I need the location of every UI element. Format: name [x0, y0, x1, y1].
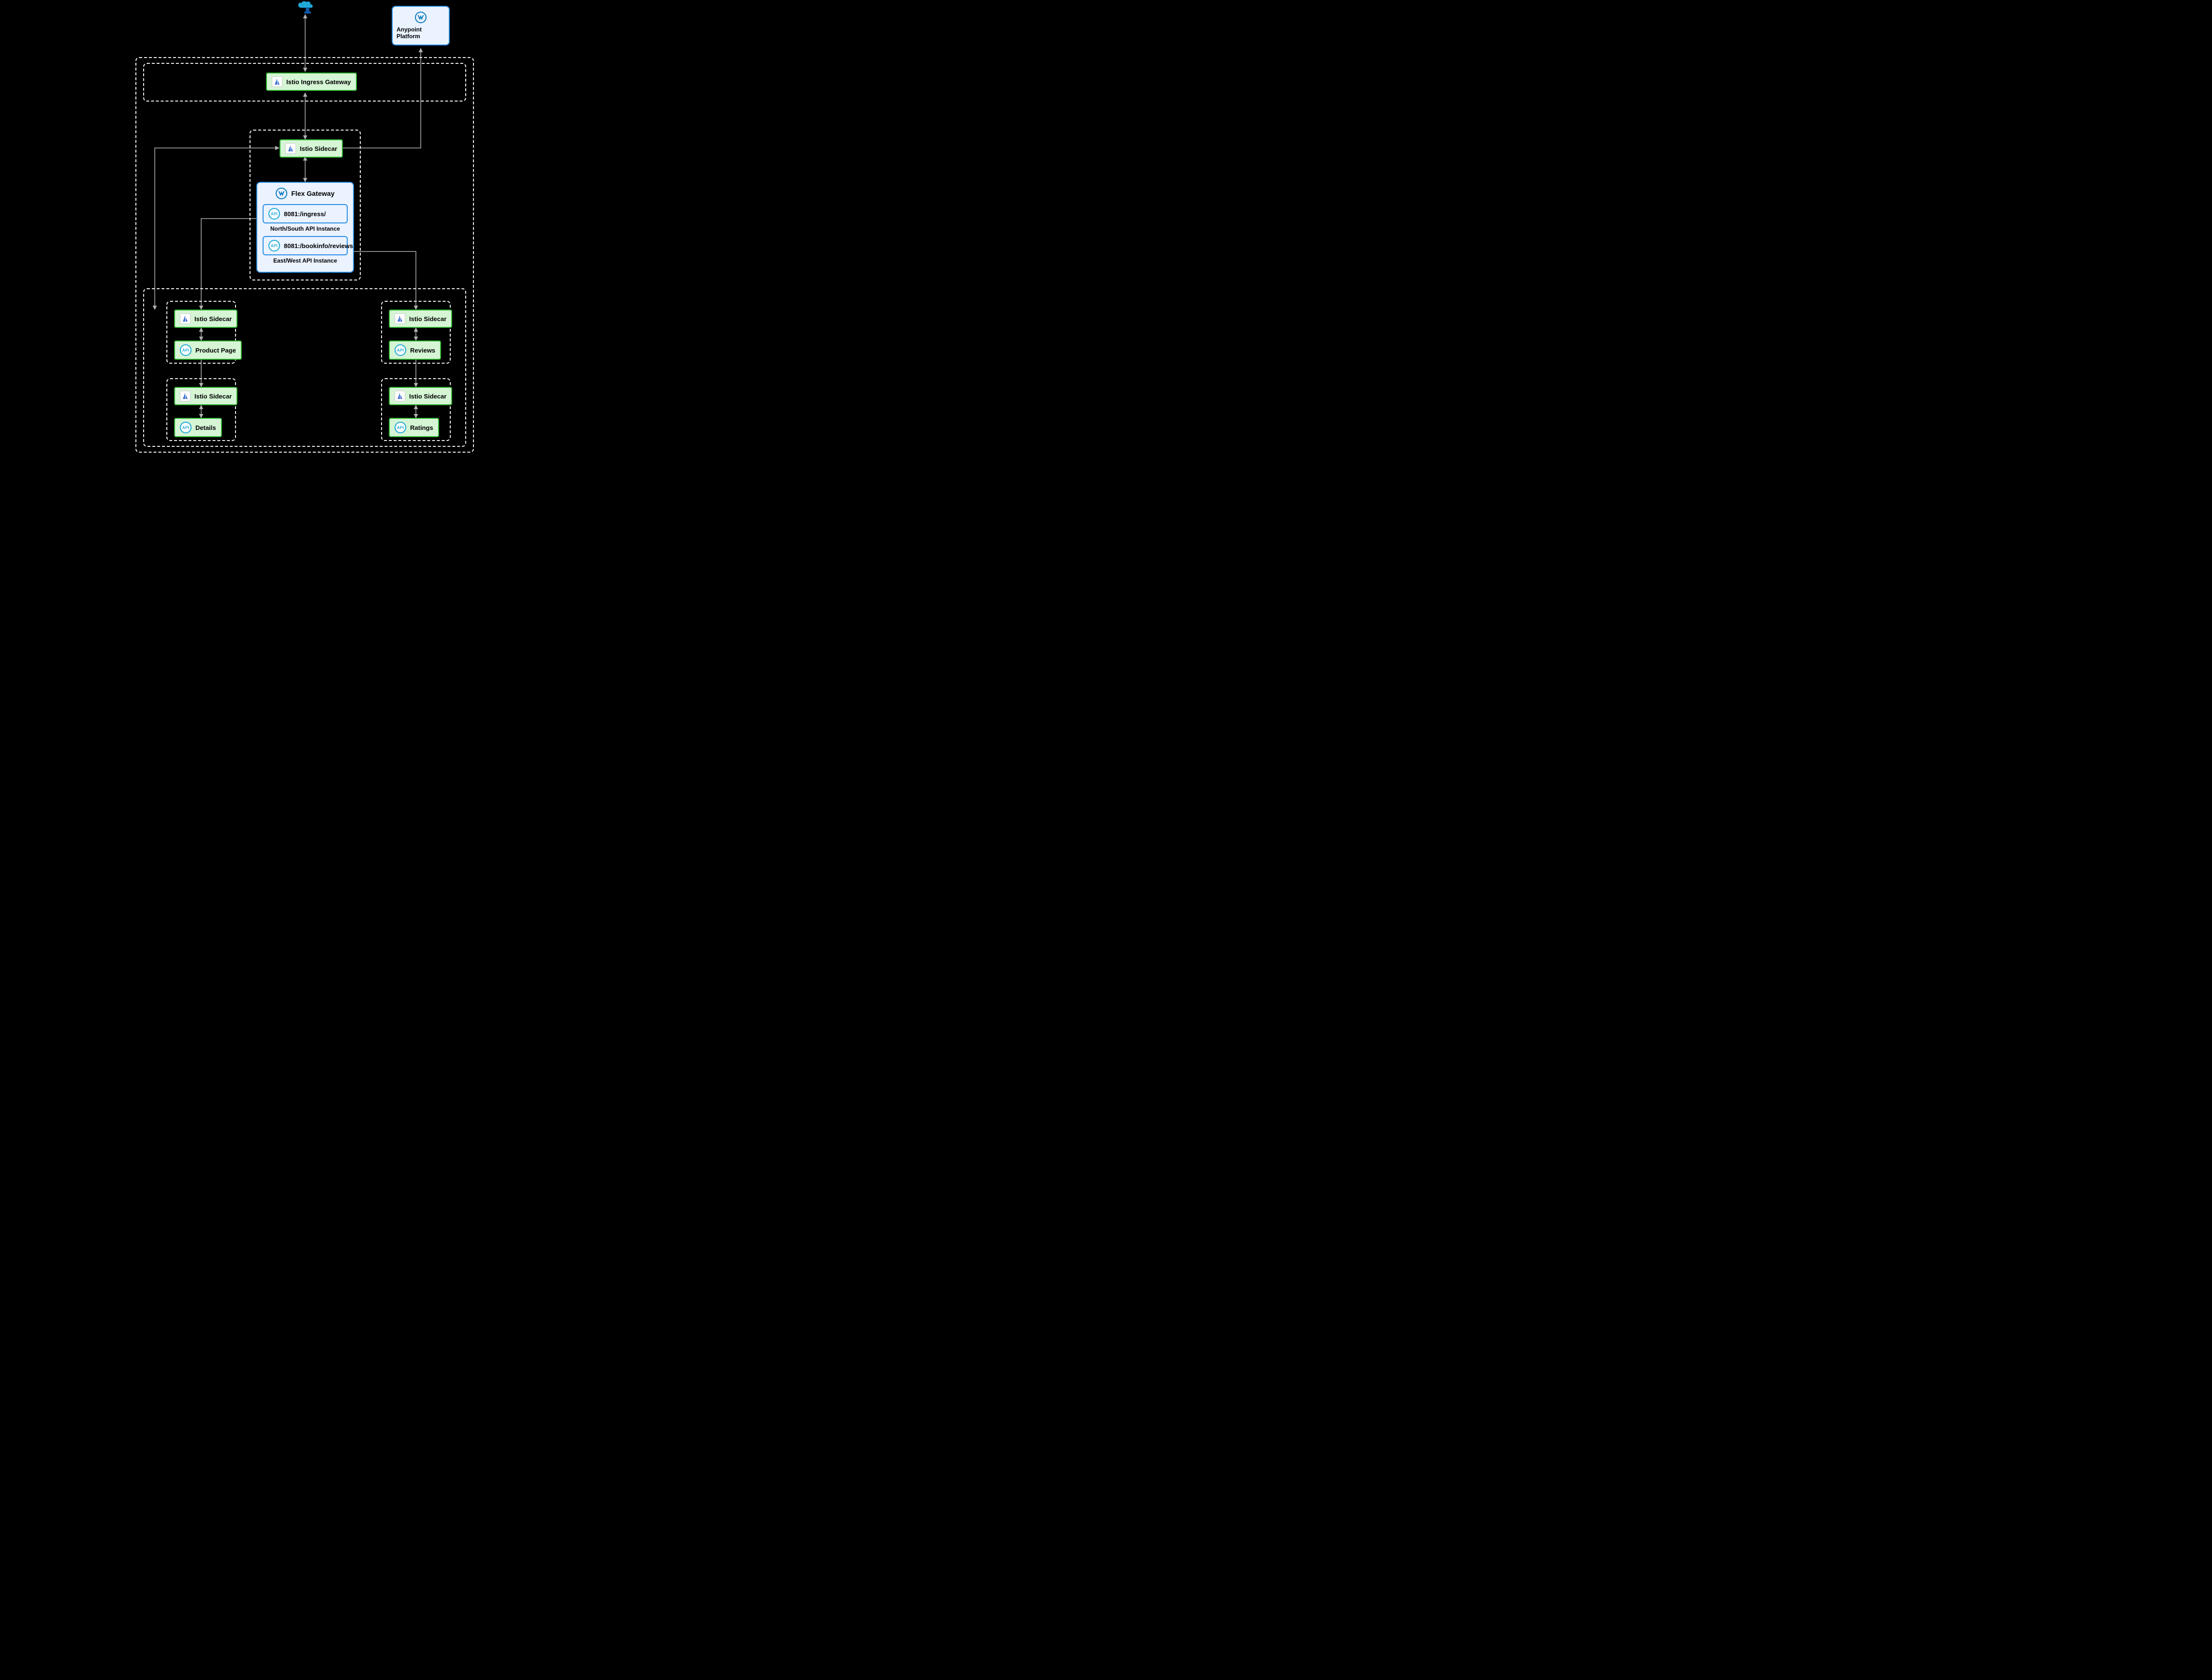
details-sidecar-node: Istio Sidecar: [174, 387, 237, 405]
product-sidecar-label: Istio Sidecar: [194, 315, 232, 323]
api-icon: API: [268, 240, 280, 251]
istio-ingress-gateway-label: Istio Ingress Gateway: [286, 78, 351, 86]
anypoint-platform-label: Anypoint Platform: [397, 26, 445, 40]
mulesoft-icon: [276, 188, 287, 199]
product-page-node: API Product Page: [174, 340, 242, 360]
cloud-user-icon: [297, 1, 313, 16]
reviews-sidecar-node: Istio Sidecar: [389, 309, 452, 328]
ratings-sidecar-label: Istio Sidecar: [409, 393, 446, 400]
istio-icon: [272, 76, 282, 87]
flex-api-ingress-label: 8081:/ingress/: [284, 210, 326, 218]
product-sidecar-node: Istio Sidecar: [174, 309, 237, 328]
reviews-node: API Reviews: [389, 340, 441, 360]
api-icon: API: [395, 422, 406, 433]
ratings-sidecar-node: Istio Sidecar: [389, 387, 452, 405]
istio-icon: [285, 143, 296, 154]
ratings-node: API Ratings: [389, 418, 439, 437]
reviews-label: Reviews: [410, 347, 435, 354]
flex-api-ingress-caption: North/South API Instance: [270, 225, 340, 232]
ratings-label: Ratings: [410, 424, 433, 431]
flex-api-reviews-caption: East/West API Instance: [273, 257, 337, 264]
istio-ingress-gateway-node: Istio Ingress Gateway: [266, 73, 357, 91]
istio-icon: [180, 313, 191, 324]
istio-icon: [395, 391, 405, 401]
flex-api-reviews-row: API 8081:/bookinfo/reviews: [263, 236, 348, 255]
istio-sidecar-top-label: Istio Sidecar: [300, 145, 337, 152]
flex-gateway-panel: Flex Gateway API 8081:/ingress/ North/So…: [256, 182, 354, 273]
flex-api-reviews-label: 8081:/bookinfo/reviews: [284, 242, 353, 250]
istio-icon: [395, 313, 405, 324]
flex-gateway-title: Flex Gateway: [291, 190, 335, 197]
istio-sidecar-top-node: Istio Sidecar: [280, 139, 343, 158]
istio-icon: [180, 391, 191, 401]
api-icon: API: [395, 344, 406, 356]
api-icon: API: [180, 344, 192, 356]
anypoint-platform-node: Anypoint Platform: [392, 6, 450, 45]
product-page-label: Product Page: [195, 347, 236, 354]
reviews-sidecar-label: Istio Sidecar: [409, 315, 446, 323]
details-node: API Details: [174, 418, 222, 437]
api-icon: API: [180, 422, 192, 433]
api-icon: API: [268, 208, 280, 220]
mulesoft-icon: [415, 12, 427, 23]
flex-api-ingress-row: API 8081:/ingress/: [263, 204, 348, 223]
details-sidecar-label: Istio Sidecar: [194, 393, 232, 400]
details-label: Details: [195, 424, 216, 431]
